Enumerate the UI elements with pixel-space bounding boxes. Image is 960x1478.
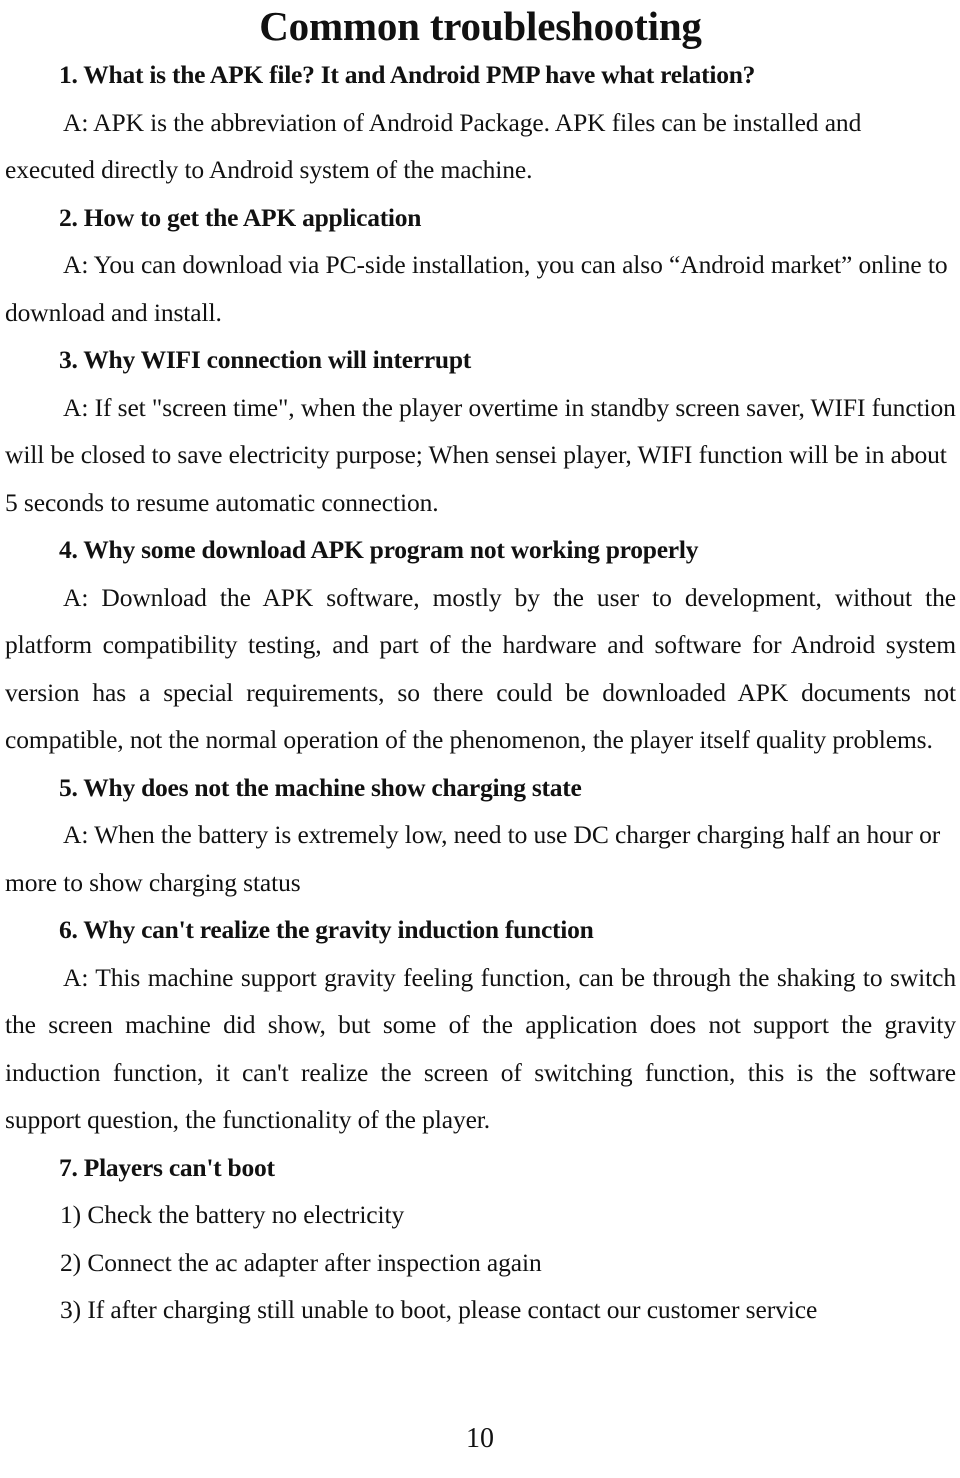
question-heading-3: 3. Why WIFI connection will interrupt (59, 345, 471, 374)
list-item: 1) Check the battery no electricity (60, 1200, 405, 1229)
question-heading-6: 6. Why can't realize the gravity inducti… (59, 915, 594, 944)
qa-section-6: 6. Why can't realize the gravity inducti… (5, 906, 956, 1144)
qa-section-4: 4. Why some download APK program not wor… (5, 526, 956, 764)
question-heading-7: 7. Players can't boot (59, 1152, 275, 1182)
answer-text-1: A: APK is the abbreviation of Android Pa… (5, 107, 862, 185)
document-page: Common troubleshooting 1. What is the AP… (0, 0, 960, 1478)
list-item: 2) Connect the ac adapter after inspecti… (60, 1247, 542, 1277)
page-title: Common troubleshooting (259, 3, 702, 49)
qa-section-3: 3. Why WIFI connection will interrupt A:… (5, 336, 956, 526)
qa-section-2: 2. How to get the APK application A: You… (5, 194, 956, 337)
answer-text-4: A: Download the APK software, mostly by … (5, 582, 956, 755)
question-heading-1: 1. What is the APK file? It and Android … (59, 60, 756, 89)
answer-text-5: A: When the battery is extremely low, ne… (5, 820, 941, 897)
list-item: 3) If after charging still unable to boo… (60, 1295, 818, 1324)
page-number: 10 (466, 1423, 494, 1454)
question-heading-4: 4. Why some download APK program not wor… (59, 535, 699, 564)
qa-section-1: 1. What is the APK file? It and Android … (5, 51, 956, 194)
qa-section-5: 5. Why does not the machine show chargin… (5, 764, 956, 907)
question-heading-5: 5. Why does not the machine show chargin… (59, 772, 582, 802)
answer-text-3: A: If set "screen time", when the player… (5, 392, 956, 517)
answer-text-2: A: You can download via PC-side installa… (5, 250, 948, 327)
answer-text-6: A: This machine support gravity feeling … (5, 962, 956, 1135)
qa-section-7: 7. Players can't boot 1) Check the batte… (5, 1144, 956, 1334)
question-heading-2: 2. How to get the APK application (59, 202, 422, 232)
